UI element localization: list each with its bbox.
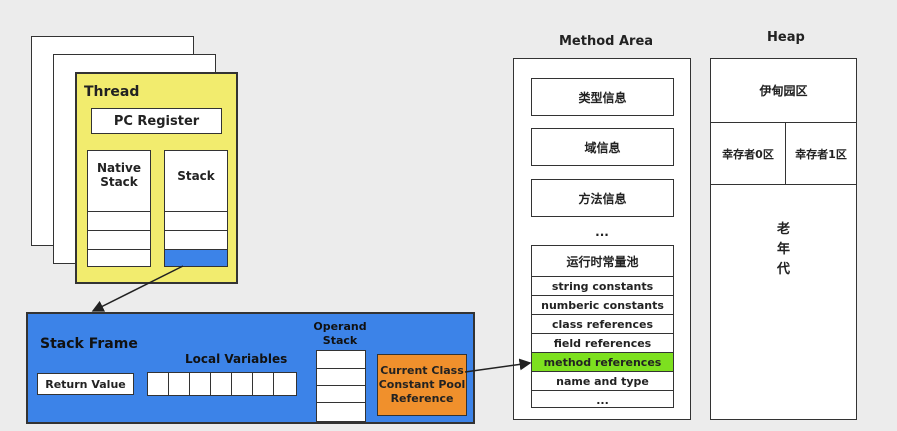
stack-to-frame-arrow: [91, 265, 184, 312]
pool-reference-arrow: [464, 358, 532, 373]
arrow-layer: [91, 265, 532, 373]
